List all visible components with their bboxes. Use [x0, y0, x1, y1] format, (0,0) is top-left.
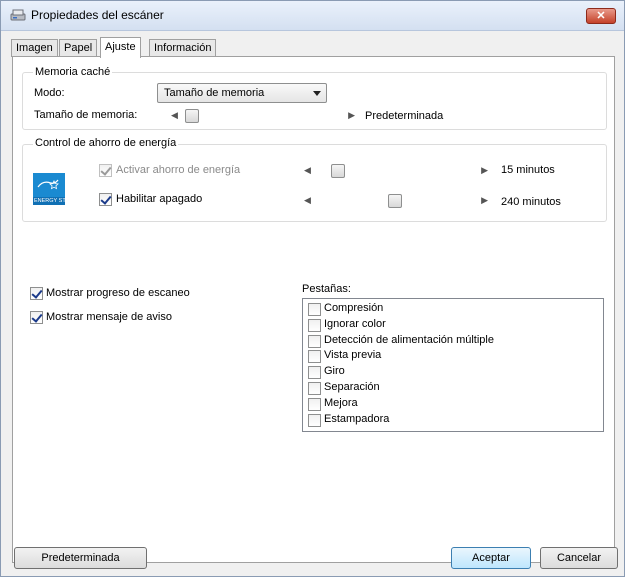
power-group	[22, 144, 607, 222]
memory-slider-thumb[interactable]	[185, 109, 199, 123]
slider-right-arrow-icon[interactable]: ▶	[348, 110, 355, 121]
window-title: Propiedades del escáner	[31, 8, 164, 22]
list-item-label: Mejora	[324, 397, 358, 409]
shutdown-slider-thumb[interactable]	[388, 194, 402, 208]
energy-saving-label: Activar ahorro de energía	[116, 164, 241, 176]
slider-left-arrow-icon[interactable]: ◀	[171, 110, 178, 121]
estampadora-checkbox[interactable]	[308, 414, 321, 427]
show-warning-checkbox[interactable]	[30, 311, 43, 324]
energy-saving-checkbox[interactable]	[99, 164, 112, 177]
scanner-icon	[10, 9, 26, 21]
power-group-title: Control de ahorro de energía	[33, 137, 179, 149]
slider-right-arrow-icon[interactable]: ▶	[481, 165, 488, 176]
mejora-checkbox[interactable]	[308, 398, 321, 411]
list-item-label: Vista previa	[324, 349, 382, 361]
title-bar[interactable]: Propiedades del escáner ✕	[1, 1, 624, 31]
energy-saving-slider[interactable]: ◀ ▶	[301, 163, 491, 179]
energy-star-logo-text: ENERGY STAR	[34, 198, 73, 204]
list-item-label: Giro	[324, 365, 345, 377]
giro-checkbox[interactable]	[308, 366, 321, 379]
show-warning-label: Mostrar mensaje de aviso	[46, 311, 172, 323]
settings-panel: Memoria caché Modo: Tamaño de memoria Ta…	[12, 56, 615, 563]
memory-size-slider[interactable]: ◀ ▶	[168, 108, 358, 124]
slider-left-arrow-icon[interactable]: ◀	[304, 165, 311, 176]
tabs-listbox[interactable]: Compresión Ignorar color Detección de al…	[302, 298, 604, 432]
show-progress-label: Mostrar progreso de escaneo	[46, 287, 190, 299]
compresion-checkbox[interactable]	[308, 303, 321, 316]
energy-slider-thumb[interactable]	[331, 164, 345, 178]
tab-informacion[interactable]: Información	[149, 39, 217, 57]
mode-select[interactable]: Tamaño de memoria	[157, 83, 327, 103]
chevron-down-icon	[313, 91, 321, 96]
list-item-label: Separación	[324, 381, 380, 393]
close-button[interactable]: ✕	[586, 8, 616, 24]
mode-select-value: Tamaño de memoria	[164, 87, 265, 99]
mode-label: Modo:	[34, 87, 65, 99]
tab-imagen[interactable]: Imagen	[11, 39, 58, 57]
scanner-properties-window: Propiedades del escáner ✕ Imagen Papel A…	[0, 0, 625, 577]
close-icon: ✕	[596, 10, 606, 22]
list-item-label: Estampadora	[324, 413, 390, 425]
separacion-checkbox[interactable]	[308, 382, 321, 395]
multifeed-checkbox[interactable]	[308, 335, 321, 348]
tabs-list-title: Pestañas:	[302, 283, 351, 295]
shutdown-slider[interactable]: ◀ ▶	[301, 193, 491, 209]
memory-size-label: Tamaño de memoria:	[34, 109, 138, 121]
tab-papel[interactable]: Papel	[59, 39, 98, 57]
tab-ajuste[interactable]: Ajuste	[100, 37, 141, 58]
list-item-label: Compresión	[324, 302, 384, 314]
energy-star-logo: ENERGY STAR	[33, 173, 73, 205]
show-progress-checkbox[interactable]	[30, 287, 43, 300]
shutdown-value: 240 minutos	[501, 196, 561, 208]
memory-size-value: Predeterminada	[365, 110, 444, 122]
energy-saving-value: 15 minutos	[501, 164, 555, 176]
accept-button[interactable]: Aceptar	[451, 547, 531, 569]
slider-right-arrow-icon[interactable]: ▶	[481, 195, 488, 206]
shutdown-checkbox[interactable]	[99, 193, 112, 206]
list-item-label: Ignorar color	[324, 318, 386, 330]
preview-checkbox[interactable]	[308, 350, 321, 363]
list-item-label: Detección de alimentación múltiple	[324, 334, 494, 346]
ignorar-color-checkbox[interactable]	[308, 319, 321, 332]
slider-left-arrow-icon[interactable]: ◀	[304, 195, 311, 206]
cache-group-title: Memoria caché	[33, 66, 113, 78]
shutdown-label: Habilitar apagado	[116, 193, 203, 205]
cancel-button[interactable]: Cancelar	[540, 547, 618, 569]
default-button[interactable]: Predeterminada	[14, 547, 147, 569]
